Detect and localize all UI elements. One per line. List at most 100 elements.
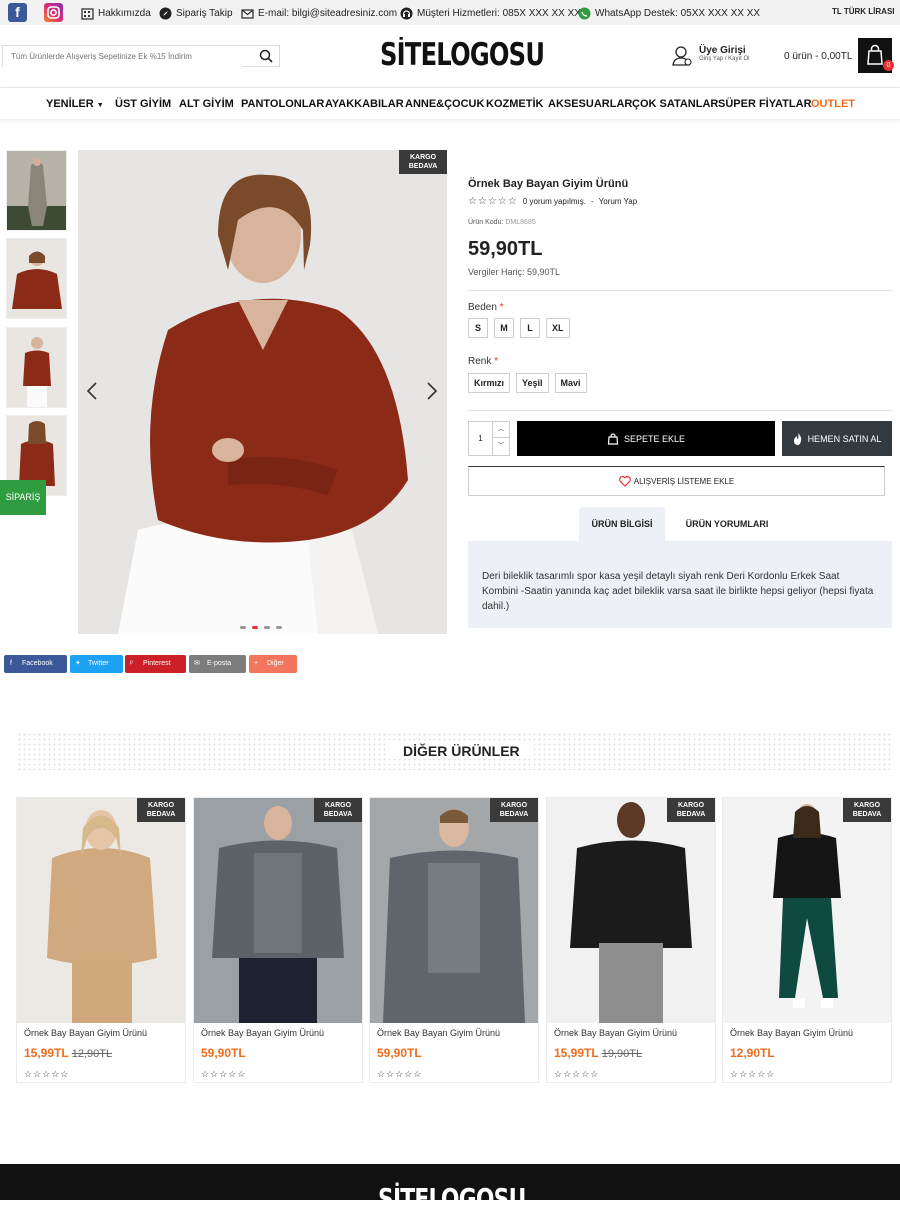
nav-item-mother-child[interactable]: ANNE&ÇOCUK — [405, 98, 484, 110]
tab-product-info[interactable]: ÜRÜN BİLGİSİ — [579, 507, 665, 541]
thumbnail[interactable] — [6, 327, 67, 408]
product-card[interactable]: KARGO BEDAVA Örnek Bay Bayan Giyim Ürünü … — [193, 797, 363, 1083]
size-option-s[interactable]: S — [468, 318, 488, 338]
quantity-input[interactable]: 1 — [469, 422, 492, 455]
carousel-dot[interactable] — [240, 626, 246, 629]
cart-count-badge: 0 — [883, 60, 894, 71]
product-card-price: 12,90TL — [730, 1046, 775, 1060]
nav-item-cosmetics[interactable]: KOZMETİK — [486, 98, 543, 110]
buy-now-button[interactable]: HEMEN SATIN AL — [782, 421, 892, 456]
size-option-l[interactable]: L — [520, 318, 540, 338]
order-tracking-label: Sipariş Takip — [176, 8, 233, 19]
search-icon[interactable] — [259, 49, 273, 63]
search-box — [2, 45, 280, 67]
add-to-cart-button[interactable]: SEPETE EKLE — [517, 421, 775, 456]
rating-stars: ☆☆☆☆☆ — [24, 1069, 70, 1079]
nav-item-outlet[interactable]: OUTLET — [811, 98, 855, 110]
customer-service-link[interactable]: Müşteri Hizmetleri: 085X XXX XX XX — [400, 7, 581, 20]
nav-item-new[interactable]: YENİLER ▼ — [46, 98, 104, 110]
product-card-image[interactable] — [723, 798, 891, 1023]
site-logo[interactable]: SİTELOGOSU — [380, 37, 545, 73]
product-price: 59,90TL — [468, 238, 543, 260]
order-tracking-link[interactable]: Sipariş Takip — [159, 7, 233, 20]
nav-item-accessories[interactable]: AKSESUARLAR — [548, 98, 632, 110]
user-icon — [672, 46, 692, 66]
color-option-red[interactable]: Kırmızı — [468, 373, 511, 393]
divider — [468, 410, 892, 411]
product-card[interactable]: KARGO BEDAVA Örnek Bay Bayan Giyim Ürünü … — [16, 797, 186, 1083]
size-option-xl[interactable]: XL — [546, 318, 570, 338]
product-card-name[interactable]: Örnek Bay Bayan Giyim Ürünü — [730, 1028, 853, 1038]
product-card[interactable]: KARGO BEDAVA Örnek Bay Bayan Giyim Ürünü … — [369, 797, 539, 1083]
product-card-name[interactable]: Örnek Bay Bayan Giyim Ürünü — [24, 1028, 147, 1038]
quantity-up-button[interactable]: ︿ — [492, 422, 509, 438]
nav-item-bottoms[interactable]: ALT GİYİM — [179, 98, 234, 110]
about-link[interactable]: Hakkımızda — [81, 7, 151, 20]
flame-icon — [793, 432, 801, 445]
search-input[interactable] — [3, 46, 243, 67]
share-email-button[interactable]: ✉ E-posta — [189, 655, 246, 673]
product-description: Deri bileklik tasarımlı spor kasa yeşil … — [482, 571, 874, 612]
thumbnail[interactable] — [6, 238, 67, 319]
quantity-down-button[interactable]: ﹀ — [492, 438, 509, 455]
mail-icon — [241, 9, 254, 19]
wishlist-label: ALIŞVERİŞ LİSTEME EKLE — [633, 476, 735, 486]
share-facebook-button[interactable]: f Facebook — [4, 655, 67, 673]
nav-item-shoes[interactable]: AYAKKABILAR — [325, 98, 404, 110]
nav-item-bestsellers[interactable]: ÇOK SATANLAR — [632, 98, 718, 110]
share-twitter-button[interactable]: ✦ Twitter — [70, 655, 123, 673]
free-shipping-badge: KARGO BEDAVA — [667, 798, 715, 822]
nav-item-tops[interactable]: ÜST GİYİM — [115, 98, 171, 110]
twitter-icon: ✦ — [75, 660, 81, 667]
member-title: Üye Girişi — [699, 45, 746, 56]
product-card-image[interactable] — [17, 798, 185, 1023]
headset-icon — [400, 7, 413, 20]
product-card[interactable]: KARGO BEDAVA Örnek Bay Bayan Giyim Ürünü … — [546, 797, 716, 1083]
share-other-button[interactable]: + Diğer — [249, 655, 297, 673]
footer-logo[interactable]: SİTELOGOSU — [378, 1182, 526, 1215]
product-card-name[interactable]: Örnek Bay Bayan Giyim Ürünü — [377, 1028, 500, 1038]
whatsapp-link[interactable]: WhatsApp Destek: 05XX XXX XX XX — [578, 7, 760, 20]
product-card-image[interactable] — [194, 798, 362, 1023]
wishlist-button[interactable]: ALIŞVERİŞ LİSTEME EKLE — [468, 466, 885, 496]
email-link[interactable]: E-mail: bilgi@siteadresiniz.com — [241, 7, 397, 20]
nav-item-pants[interactable]: PANTOLONLAR — [241, 98, 324, 110]
main-product-image[interactable]: KARGO BEDAVA — [78, 150, 447, 634]
chevron-left-icon[interactable] — [86, 382, 98, 400]
rating-stars: ☆☆☆☆☆ — [468, 196, 518, 207]
carousel-dot[interactable] — [252, 626, 258, 629]
order-side-tab[interactable]: SİPARİŞ — [0, 480, 46, 515]
review-count: 0 yorum yapılmış. — [522, 197, 586, 206]
chevron-up-icon: ︿ — [497, 427, 504, 433]
rating-stars: ☆☆☆☆☆ — [201, 1069, 247, 1079]
buy-now-label: HEMEN SATIN AL — [807, 433, 882, 444]
color-option-blue[interactable]: Mavi — [554, 373, 587, 393]
color-option-green[interactable]: Yeşil — [516, 373, 549, 393]
product-card-image[interactable] — [370, 798, 538, 1023]
product-title: Örnek Bay Bayan Giyim Ürünü — [468, 178, 629, 190]
footer: SİTELOGOSU — [0, 1164, 900, 1215]
member-login[interactable]: Üye Girişi Giriş Yap / Kayıt Ol — [672, 45, 749, 69]
tab-product-reviews[interactable]: ÜRÜN YORUMLARI — [672, 507, 782, 541]
carousel-dot[interactable] — [276, 626, 282, 629]
chevron-right-icon[interactable] — [426, 382, 438, 400]
thumbnail[interactable] — [6, 150, 67, 231]
instagram-icon[interactable] — [44, 3, 63, 22]
nav-item-super-prices[interactable]: SÜPER FİYATLAR — [718, 98, 812, 110]
product-card-name[interactable]: Örnek Bay Bayan Giyim Ürünü — [201, 1028, 324, 1038]
facebook-icon[interactable]: f — [8, 3, 27, 22]
share-pinterest-button[interactable]: ᵖ Pinterest — [125, 655, 186, 673]
carousel-dots — [240, 626, 282, 629]
cart-summary[interactable]: 0 ürün - 0,00TL — [784, 51, 852, 62]
facebook-icon: f — [10, 660, 12, 667]
write-review-link[interactable]: Yorum Yap — [599, 197, 638, 206]
rating-row: ☆☆☆☆☆ 0 yorum yapılmış. - Yorum Yap — [468, 196, 637, 207]
carousel-dot[interactable] — [264, 626, 270, 629]
size-option-m[interactable]: M — [494, 318, 514, 338]
product-card-price: 15,99TL 19,90TL — [554, 1046, 643, 1060]
product-card[interactable]: KARGO BEDAVA Örnek Bay Bayan Giyim Ürünü … — [722, 797, 892, 1083]
building-icon — [81, 8, 94, 20]
product-card-name[interactable]: Örnek Bay Bayan Giyim Ürünü — [554, 1028, 677, 1038]
currency-selector[interactable]: TL TÜRK LİRASI — [832, 7, 895, 16]
product-card-image[interactable] — [547, 798, 715, 1023]
